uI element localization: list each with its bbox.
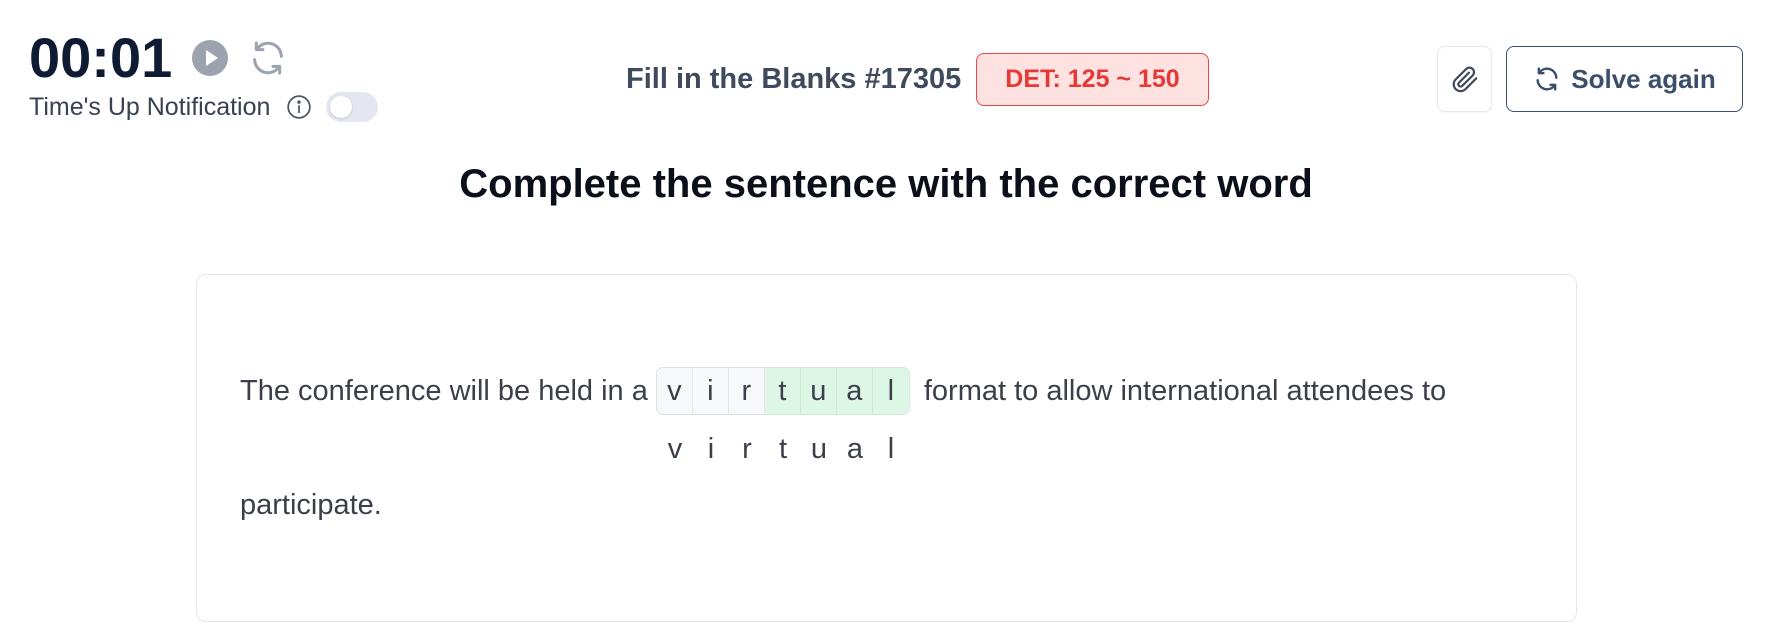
answer-letter: l xyxy=(887,433,895,465)
answer-letter: v xyxy=(667,433,683,465)
notification-row: Time's Up Notification xyxy=(29,92,379,122)
notification-label: Time's Up Notification xyxy=(29,92,271,121)
solve-again-button[interactable]: Solve again xyxy=(1506,46,1743,112)
info-icon[interactable] xyxy=(286,94,312,120)
paperclip-icon xyxy=(1452,66,1477,93)
letter-input-cell[interactable]: t xyxy=(764,368,801,414)
quiz-header: Fill in the Blanks #17305 DET: 125 ~ 150 xyxy=(626,53,1209,106)
answer-letter: r xyxy=(742,433,752,465)
notification-toggle[interactable] xyxy=(326,92,379,122)
letter-input-cell[interactable]: u xyxy=(800,368,837,414)
answer-letter: i xyxy=(707,433,715,465)
letter-cell: v xyxy=(656,368,693,414)
letter-input-cell[interactable]: l xyxy=(872,368,909,414)
timer-display: 00:01 xyxy=(29,26,173,89)
attach-button[interactable] xyxy=(1437,46,1492,112)
difficulty-badge: DET: 125 ~ 150 xyxy=(976,53,1209,106)
quiz-title: Fill in the Blanks #17305 xyxy=(626,63,962,95)
play-button[interactable] xyxy=(192,40,229,76)
answer-letter: t xyxy=(778,433,788,465)
answer-letter: u xyxy=(810,433,828,465)
timer-panel: 00:01 Time's Up Notification xyxy=(29,26,379,122)
sentence-before: The conference will be held in a xyxy=(240,374,648,407)
solve-again-label: Solve again xyxy=(1571,63,1716,94)
letter-cell: r xyxy=(728,368,765,414)
answer-letters: v i r t u a l xyxy=(657,433,909,466)
letter-input-cell[interactable]: a xyxy=(836,368,873,414)
sentence-line: The conference will be held in a v i r t… xyxy=(240,367,1446,415)
answer-letter: a xyxy=(846,433,864,465)
sentence-after: format to allow international attendees … xyxy=(923,374,1447,407)
reset-timer-icon[interactable] xyxy=(248,38,288,78)
refresh-icon xyxy=(1536,67,1558,91)
timer-row: 00:01 xyxy=(29,26,378,90)
sentence-end: participate. xyxy=(240,489,382,521)
question-heading: Complete the sentence with the correct w… xyxy=(459,162,1313,206)
letter-cell: i xyxy=(692,368,729,414)
word-blank[interactable]: v i r t u a l xyxy=(655,367,910,415)
question-card: The conference will be held in a v i r t… xyxy=(196,274,1577,622)
